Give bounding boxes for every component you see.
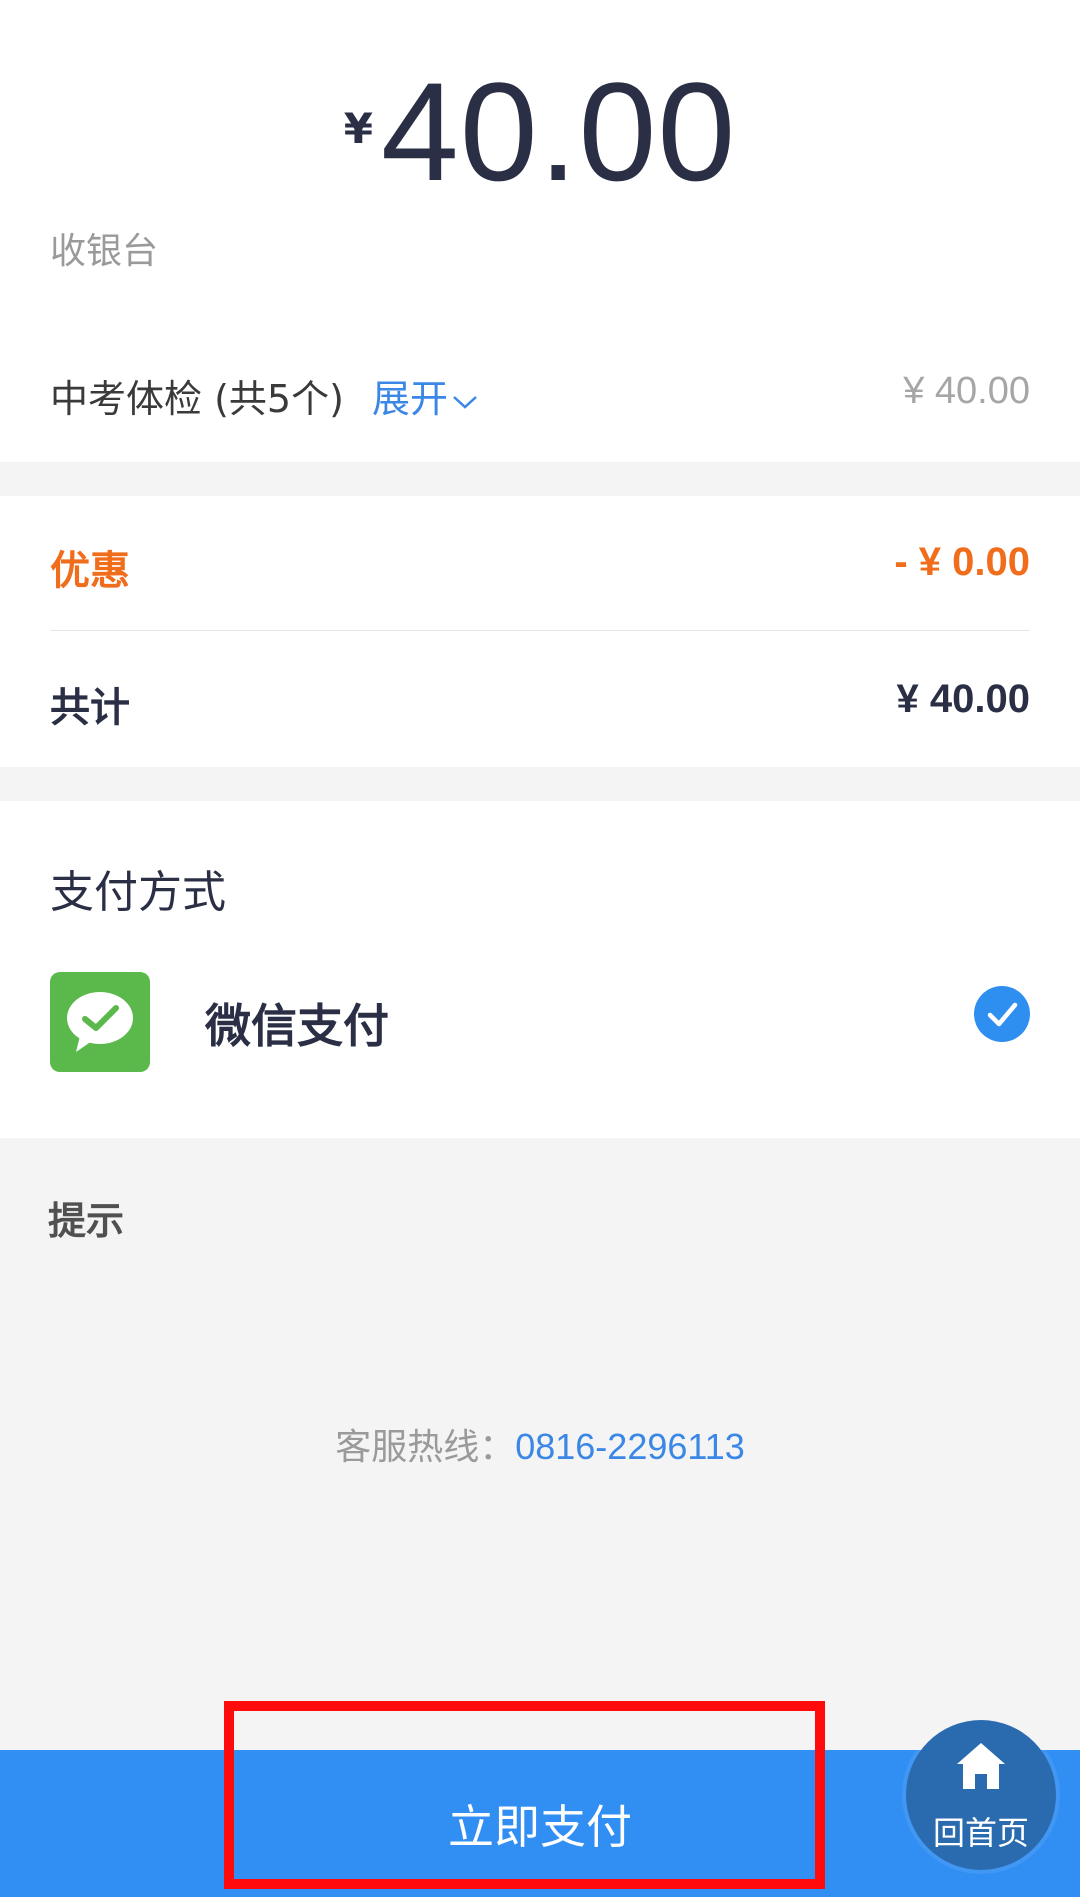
chevron-down-icon [453,395,477,409]
wechat-pay-label: 微信支付 [205,999,389,1053]
wechat-pay-icon [50,972,150,1072]
home-icon [957,1743,1005,1789]
currency-symbol: ¥ [343,104,373,153]
tips-title: 提示 [48,1199,125,1243]
expand-link[interactable]: 展开 [372,368,478,423]
section-divider [0,767,1080,801]
payment-method-title: 支付方式 [50,867,226,918]
customer-service-hotline: 客服热线：0816-2296113 [0,1418,1080,1470]
hotline-label: 客服热线： [335,1427,516,1468]
hotline-number-link[interactable]: 0816-2296113 [515,1426,745,1467]
cashier-label: 收银台 [50,231,159,272]
payment-amount: ¥40.00 [0,62,1080,202]
amount-value: 40.00 [380,53,737,210]
item-amount: ¥ 40.00 [903,370,1030,412]
total-value: ¥ 40.00 [896,677,1030,721]
home-label: 回首页 [932,1814,1029,1852]
expand-label: 展开 [372,377,449,421]
discount-value: - ¥ 0.00 [894,540,1030,584]
total-label: 共计 [50,685,130,731]
section-divider [0,462,1080,496]
row-divider [50,630,1030,631]
pay-now-button[interactable]: 立即支付 [230,1750,850,1897]
check-circle-icon[interactable] [974,986,1030,1042]
home-button[interactable]: 回首页 [906,1720,1056,1870]
discount-label: 优惠 [50,548,130,594]
item-title: 中考体检 (共5个) [50,377,344,421]
